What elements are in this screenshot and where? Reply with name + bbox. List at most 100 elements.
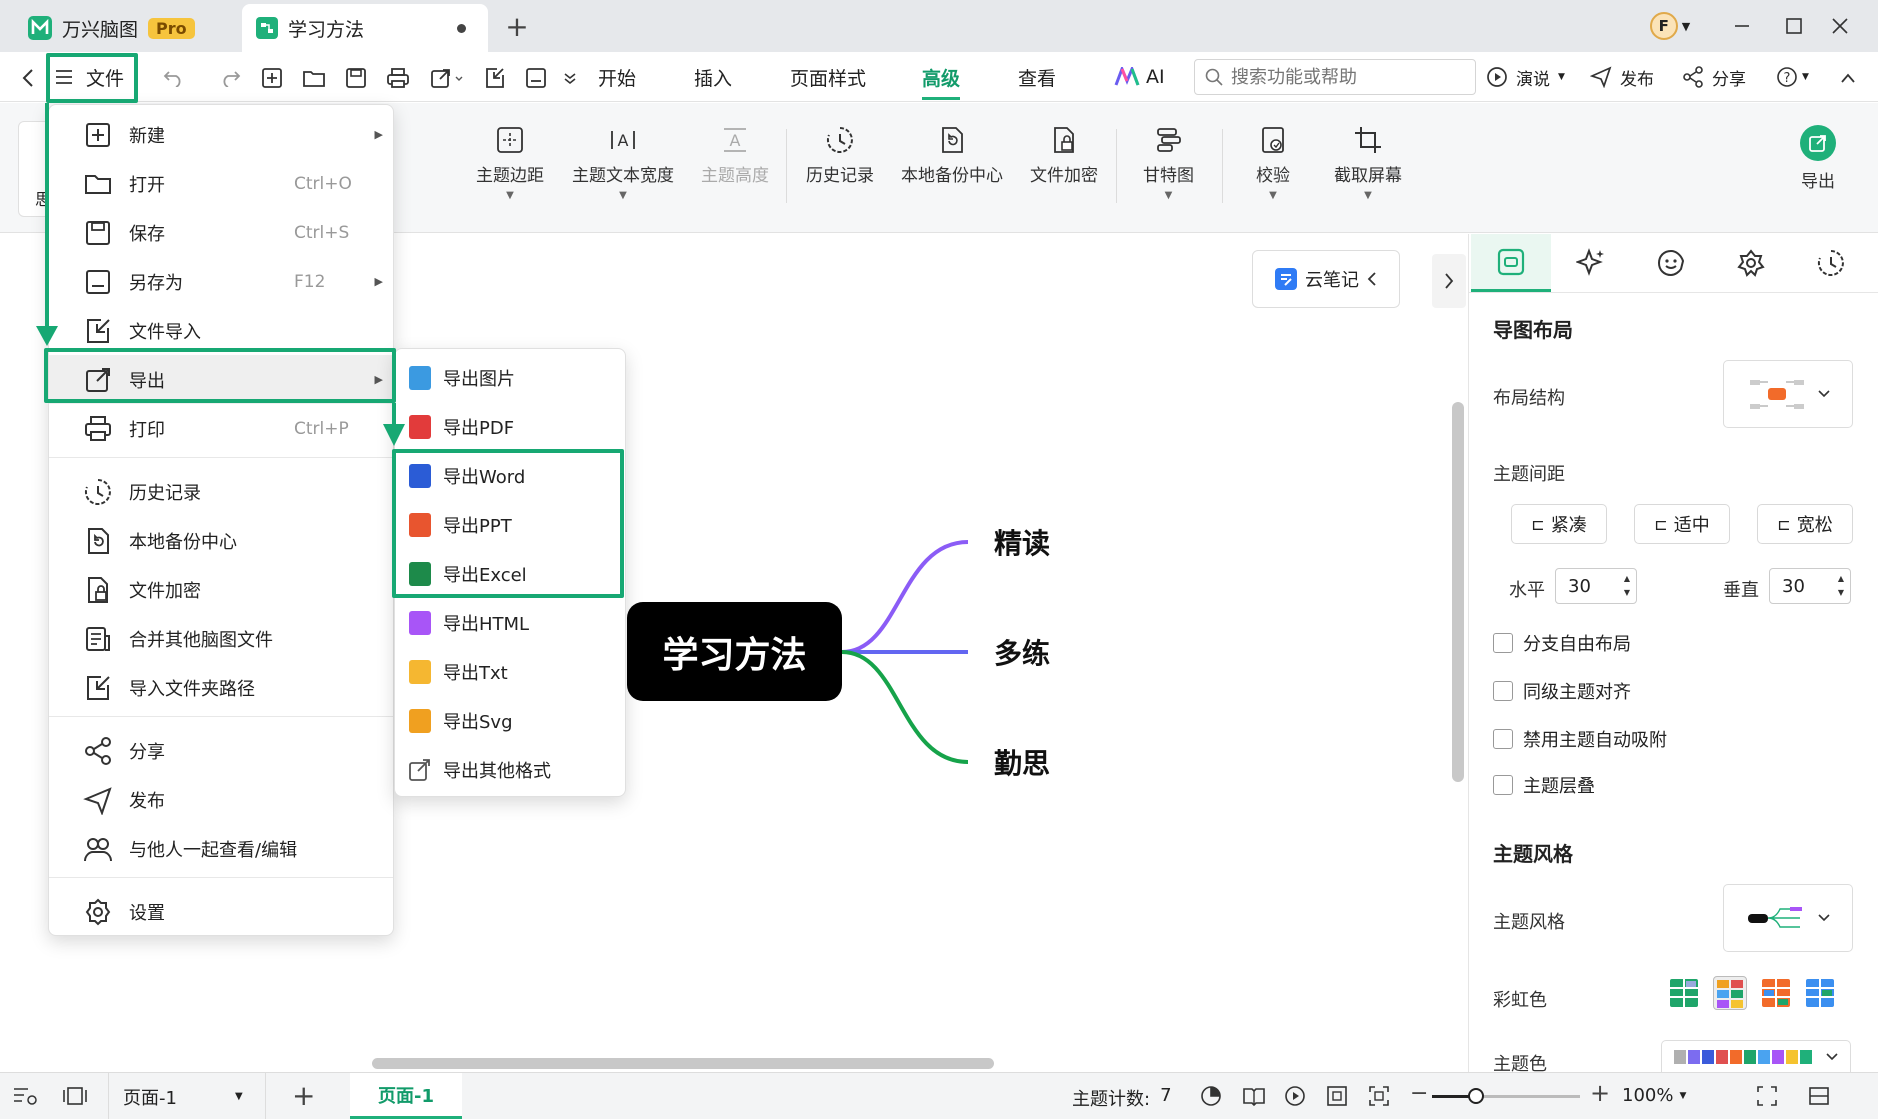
topic-style-select[interactable] <box>1723 884 1853 952</box>
tab-ai-style[interactable] <box>1551 234 1631 292</box>
rainbow-swatch[interactable] <box>1669 978 1699 1008</box>
minimize-button[interactable] <box>1722 8 1762 44</box>
central-topic[interactable]: 学习方法 <box>627 602 842 701</box>
rainbow-swatch[interactable] <box>1761 978 1791 1008</box>
checkbox-align-siblings[interactable]: 同级主题对齐 <box>1493 678 1631 704</box>
stepper-arrows-icon[interactable]: ▲ ▼ <box>1624 572 1630 600</box>
checkbox-disable-snap[interactable]: 禁用主题自动吸附 <box>1493 726 1667 752</box>
checkbox-free-layout[interactable]: 分支自由布局 <box>1493 630 1631 656</box>
menu-item-save[interactable]: 保存 Ctrl+S <box>49 208 393 257</box>
collapse-ribbon-button[interactable] <box>1834 64 1862 92</box>
tab-advanced[interactable]: 高级 <box>922 52 961 102</box>
fit-screen-button[interactable] <box>1368 1085 1390 1107</box>
outline-toggle-button[interactable] <box>12 1085 38 1107</box>
checkbox-box[interactable] <box>1493 729 1513 749</box>
zoom-slider-thumb[interactable] <box>1468 1088 1485 1104</box>
branch-topic[interactable]: 精读 <box>994 522 1050 562</box>
open-folder-button[interactable] <box>300 64 328 92</box>
zoom-level-select[interactable]: 100% ▼ <box>1622 1085 1686 1106</box>
menu-item-local-backup[interactable]: 本地备份中心 <box>49 516 393 565</box>
export-ribbon-button[interactable]: 导出 <box>1800 125 1836 192</box>
doc-tab[interactable]: 学习方法 <box>242 4 488 52</box>
page-select[interactable]: 页面-1 ▼ <box>108 1073 266 1119</box>
import-button[interactable] <box>480 64 508 92</box>
spacing-loose-button[interactable]: ⊏ 宽松 <box>1757 504 1853 544</box>
rainbow-swatch-selected[interactable] <box>1713 976 1747 1010</box>
fullscreen-button[interactable] <box>1756 1085 1778 1107</box>
undo-button[interactable] <box>160 64 188 92</box>
close-button[interactable] <box>1820 8 1860 44</box>
tab-theme[interactable] <box>1711 234 1791 292</box>
book-view-button[interactable] <box>1242 1085 1266 1107</box>
menu-item-encrypt[interactable]: 文件加密 <box>49 565 393 614</box>
menu-item-import-folder[interactable]: 导入文件夹路径 <box>49 663 393 712</box>
menu-item-open[interactable]: 打开 Ctrl+O <box>49 159 393 208</box>
menu-item-share[interactable]: 分享 <box>49 726 393 775</box>
slideshow-button[interactable] <box>1284 1085 1306 1107</box>
tab-start[interactable]: 开始 <box>598 52 636 102</box>
more-tools-button[interactable] <box>560 64 580 92</box>
tab-layout[interactable] <box>1471 234 1551 292</box>
layout-structure-select[interactable] <box>1723 360 1853 428</box>
export-dropdown-button[interactable] <box>428 64 468 92</box>
menu-item-merge[interactable]: 合并其他脑图文件 <box>49 614 393 663</box>
menu-item-history[interactable]: 历史记录 <box>49 467 393 516</box>
theme-color-select[interactable] <box>1661 1040 1851 1072</box>
verify-button[interactable]: 校验 ▼ <box>1256 125 1290 201</box>
menu-item-save-as[interactable]: 另存为 F12 ▶ <box>49 257 393 306</box>
checkbox-box[interactable] <box>1493 681 1513 701</box>
topic-margin-button[interactable]: 主题边距 ▼ <box>476 125 544 201</box>
share-button[interactable]: 分享 <box>1682 52 1746 102</box>
vertical-scrollbar[interactable] <box>1452 402 1464 782</box>
search-box[interactable] <box>1194 59 1476 95</box>
help-button[interactable]: ? ▼ <box>1776 52 1809 102</box>
tab-page-style[interactable]: 页面样式 <box>790 52 866 102</box>
collapse-panel-button[interactable] <box>1808 1085 1830 1107</box>
vertical-spacing-input[interactable]: 30 ▲ ▼ <box>1769 568 1851 604</box>
tab-view[interactable]: 查看 <box>1018 52 1056 102</box>
new-file-button[interactable] <box>258 64 286 92</box>
spacing-medium-button[interactable]: ⊏ 适中 <box>1634 504 1730 544</box>
maximize-button[interactable] <box>1774 8 1814 44</box>
gantt-button[interactable]: 甘特图 ▼ <box>1143 125 1194 201</box>
horizontal-spacing-input[interactable]: 30 ▲ ▼ <box>1555 568 1637 604</box>
export-html-item[interactable]: 导出HTML <box>395 598 625 647</box>
present-button[interactable]: 演说 ▼ <box>1486 52 1565 102</box>
menu-item-print[interactable]: 打印 Ctrl+P <box>49 404 393 453</box>
export-txt-item[interactable]: 导出Txt <box>395 647 625 696</box>
tab-insert[interactable]: 插入 <box>694 52 732 102</box>
file-encrypt-button[interactable]: 文件加密 <box>1030 125 1098 186</box>
save-button[interactable] <box>342 64 370 92</box>
redo-button[interactable] <box>216 64 244 92</box>
rainbow-swatch[interactable] <box>1805 978 1835 1008</box>
ai-button[interactable]: AI <box>1114 52 1165 102</box>
menu-item-settings[interactable]: 设置 <box>49 887 393 936</box>
topic-height-button[interactable]: A 主题高度 <box>701 125 769 186</box>
panel-toggle-button[interactable] <box>1432 254 1466 308</box>
page-tab[interactable]: 页面-1 <box>350 1073 462 1119</box>
tab-sticker[interactable] <box>1631 234 1711 292</box>
zoom-slider[interactable] <box>1432 1088 1580 1104</box>
spacing-compact-button[interactable]: ⊏ 紧凑 <box>1511 504 1607 544</box>
stepper-arrows-icon[interactable]: ▲ ▼ <box>1838 572 1844 600</box>
checkbox-box[interactable] <box>1493 633 1513 653</box>
export-image-item[interactable]: 导出图片 <box>395 353 625 402</box>
zoom-in-button[interactable]: + <box>1590 1079 1610 1107</box>
export-other-item[interactable]: 导出其他格式 <box>395 745 625 794</box>
search-input[interactable] <box>1231 66 1461 88</box>
publish-button[interactable]: 发布 <box>1590 52 1654 102</box>
horizontal-scrollbar[interactable] <box>372 1058 994 1069</box>
menu-item-collaborate[interactable]: 与他人一起查看/编辑 <box>49 824 393 873</box>
save-as-button[interactable] <box>522 64 550 92</box>
zoom-out-button[interactable]: − <box>1410 1081 1428 1106</box>
back-button[interactable] <box>14 64 42 92</box>
branch-topic[interactable]: 勤思 <box>994 742 1050 782</box>
branch-topic[interactable]: 多练 <box>994 632 1050 672</box>
export-pdf-item[interactable]: 导出PDF <box>395 402 625 451</box>
checkbox-box[interactable] <box>1493 775 1513 795</box>
add-page-button[interactable]: + <box>292 1079 315 1112</box>
account-avatar[interactable]: F ▼ <box>1640 8 1700 44</box>
topic-text-width-button[interactable]: A 主题文本宽度 ▼ <box>572 125 674 201</box>
history-button[interactable]: 历史记录 <box>806 125 874 186</box>
fit-page-button[interactable] <box>1326 1085 1348 1107</box>
